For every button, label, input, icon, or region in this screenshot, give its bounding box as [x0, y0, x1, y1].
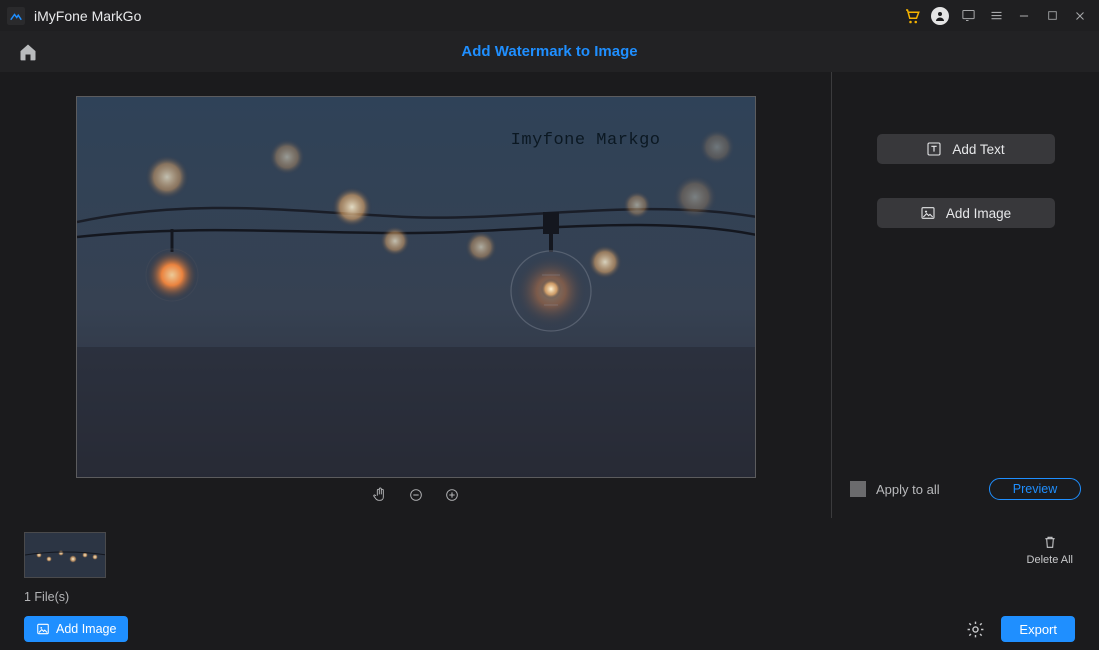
- minimize-icon[interactable]: [1011, 3, 1037, 29]
- picture-icon: [36, 622, 50, 636]
- close-icon[interactable]: [1067, 3, 1093, 29]
- panel-bottom-row: Apply to all Preview: [832, 478, 1099, 500]
- page-title: Add Watermark to Image: [42, 43, 1057, 60]
- delete-all-button[interactable]: Delete All: [1027, 534, 1073, 566]
- right-panel: Add Text Add Image Apply to all Preview: [831, 72, 1099, 518]
- picture-icon: [920, 205, 936, 221]
- zoom-controls: [0, 486, 831, 504]
- app-title: iMyFone MarkGo: [34, 8, 141, 24]
- zoom-out-button[interactable]: [407, 486, 425, 504]
- trash-icon: [1042, 534, 1058, 550]
- user-icon[interactable]: [927, 3, 953, 29]
- text-icon: [926, 141, 942, 157]
- apply-to-all-checkbox[interactable]: [850, 481, 866, 497]
- cart-icon[interactable]: [899, 3, 925, 29]
- zoom-in-button[interactable]: [443, 486, 461, 504]
- add-text-button[interactable]: Add Text: [877, 134, 1055, 164]
- titlebar: iMyFone MarkGo: [0, 0, 1099, 31]
- home-button[interactable]: [14, 38, 42, 66]
- image-preview[interactable]: Imyfone Markgo: [76, 96, 756, 478]
- add-image-button[interactable]: Add Image: [24, 616, 128, 642]
- thumbnail-strip: 1 File(s) Delete All: [0, 518, 1099, 608]
- settings-button[interactable]: [963, 617, 987, 641]
- menu-icon[interactable]: [983, 3, 1009, 29]
- gear-icon: [966, 620, 985, 639]
- watermark-text[interactable]: Imyfone Markgo: [511, 131, 661, 150]
- header: Add Watermark to Image: [0, 31, 1099, 72]
- export-button[interactable]: Export: [1001, 616, 1075, 642]
- bottom-bar: Add Image Export: [0, 608, 1099, 650]
- add-image-bottom-label: Add Image: [56, 622, 116, 636]
- delete-all-label: Delete All: [1027, 554, 1073, 566]
- apply-to-all-label: Apply to all: [876, 482, 940, 497]
- app-logo: [6, 6, 26, 26]
- main-area: Imyfone Markgo Add Text Add Image Apply: [0, 72, 1099, 518]
- add-image-label: Add Image: [946, 206, 1011, 221]
- pan-tool[interactable]: [371, 486, 389, 504]
- add-image-watermark-button[interactable]: Add Image: [877, 198, 1055, 228]
- thumbnail-item[interactable]: [24, 532, 106, 578]
- maximize-icon[interactable]: [1039, 3, 1065, 29]
- export-label: Export: [1019, 622, 1057, 637]
- file-count-label: 1 File(s): [24, 590, 69, 604]
- feedback-icon[interactable]: [955, 3, 981, 29]
- preview-button[interactable]: Preview: [989, 478, 1081, 500]
- canvas-area: Imyfone Markgo: [0, 72, 831, 518]
- add-text-label: Add Text: [952, 142, 1004, 157]
